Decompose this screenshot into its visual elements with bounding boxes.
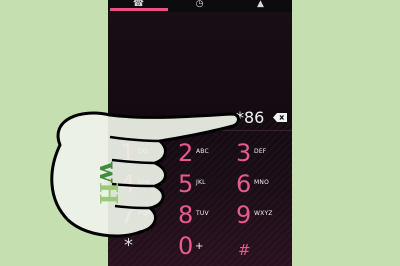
key-letters: JKL [196, 179, 206, 186]
key-letters: QO [138, 148, 148, 155]
key-letters: TUV [196, 210, 209, 217]
key-digit: 9 [236, 201, 252, 229]
dialer-divider [108, 130, 292, 131]
key-digit: 6 [236, 170, 252, 198]
tab-indicator [110, 8, 168, 11]
key-digit: 7 [120, 201, 136, 229]
tab-recents[interactable]: ◷ [169, 0, 230, 12]
key-letters: WXYZ [254, 210, 273, 217]
key-digit: 8 [178, 201, 194, 229]
tab-bar: ☎ ◷ ▲ [108, 0, 292, 12]
phone-icon: ☎ [132, 0, 145, 9]
key-letters: DEF [254, 148, 267, 155]
backspace-icon[interactable] [273, 113, 287, 122]
key-letters: GHI [138, 179, 150, 186]
dialed-digits: *86 [236, 108, 265, 127]
key-digit: * [124, 235, 133, 256]
key-digit: 3 [236, 139, 252, 167]
key-letters: PQRS [138, 210, 156, 217]
dialer-screen: ☎ ◷ ▲ [108, 0, 292, 266]
key-letters: ABC [196, 148, 209, 155]
clock-icon: ◷ [195, 0, 204, 9]
key-digit: 2 [178, 139, 194, 167]
key-digit: 1 [120, 139, 136, 167]
key-letters: MNO [254, 179, 269, 186]
key-digit: # [238, 241, 251, 259]
key-digit: 0 [178, 232, 194, 260]
person-icon: ▲ [257, 0, 264, 9]
tab-contacts[interactable]: ▲ [230, 0, 291, 12]
key-digit: 5 [178, 170, 194, 198]
key-letters: + [195, 241, 204, 252]
key-digit: 4 [120, 170, 136, 198]
